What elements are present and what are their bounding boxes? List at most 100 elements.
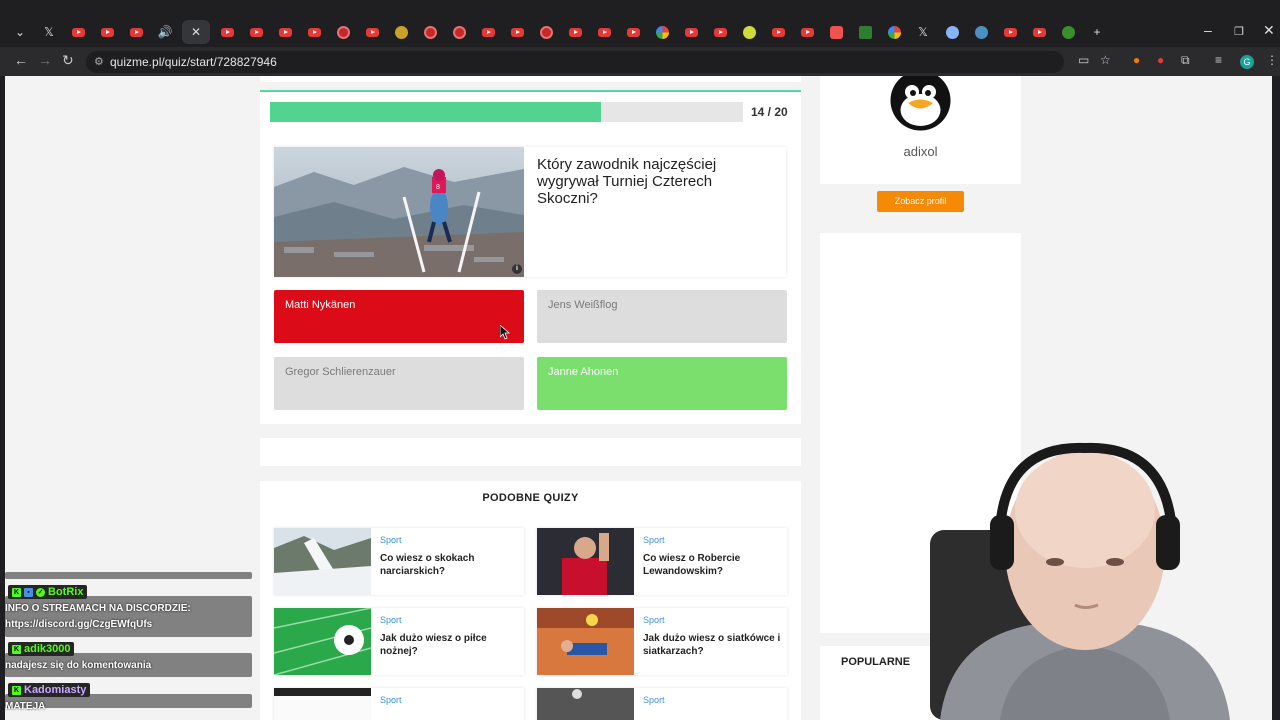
quiz-title: Jak dużo wiesz o piłce nożnej?: [380, 633, 487, 657]
verified-badge-icon: ✓: [36, 587, 45, 597]
tab-site-icon[interactable]: [447, 20, 471, 44]
penguin-avatar-icon: [890, 76, 951, 131]
stream-chat-overlay: K ▪ ✓ BotRix INFO O STREAMACH NA DISCORD…: [5, 572, 252, 720]
tab-site-icon[interactable]: [389, 20, 413, 44]
bookmark-star-icon[interactable]: ☆: [1100, 53, 1111, 67]
tab-youtube-icon[interactable]: [302, 20, 326, 44]
similar-quiz-item[interactable]: Sport Jak dużo wiesz o piłce nożnej?: [274, 608, 524, 675]
minimize-icon[interactable]: –: [1204, 22, 1212, 38]
new-tab-button[interactable]: +: [1085, 20, 1109, 44]
quiz-category: Sport: [380, 615, 402, 625]
tab-site-icon[interactable]: [940, 20, 964, 44]
tab-search-icon[interactable]: ⌄: [8, 20, 32, 44]
view-profile-button[interactable]: Zobacz profil: [877, 191, 964, 212]
tab-youtube-icon[interactable]: [244, 20, 268, 44]
image-info-icon[interactable]: i: [512, 264, 522, 274]
similar-quiz-item[interactable]: Sport Co wiesz o skokach narciarskich?: [274, 528, 524, 595]
tab-youtube-icon[interactable]: [273, 20, 297, 44]
avatar[interactable]: [890, 76, 951, 131]
tab-youtube-icon[interactable]: [476, 20, 500, 44]
similar-quiz-item[interactable]: Sport: [537, 688, 787, 720]
forward-icon[interactable]: →: [38, 52, 52, 68]
chat-username: K adik3000: [8, 642, 75, 656]
answer-option-4[interactable]: Janne Ahonen: [537, 357, 787, 410]
media-control-icon[interactable]: ≡: [1215, 53, 1222, 67]
tab-close-icon[interactable]: ✕: [182, 20, 210, 44]
quiz-thumbnail: [274, 528, 371, 595]
tab-youtube-icon[interactable]: [563, 20, 587, 44]
tab-site-icon[interactable]: [737, 20, 761, 44]
chat-user-name: BotRix: [48, 586, 84, 598]
quiz-category: Sport: [380, 535, 402, 545]
restore-icon[interactable]: ❐: [1234, 25, 1244, 38]
cast-icon[interactable]: ▭: [1078, 53, 1089, 67]
tab-youtube-icon[interactable]: [360, 20, 384, 44]
back-icon[interactable]: ←: [14, 52, 28, 68]
extensions-puzzle-icon[interactable]: ⧉: [1181, 53, 1190, 68]
profile-avatar-icon[interactable]: G: [1240, 55, 1254, 69]
answer-option-2[interactable]: Jens Weißflog: [537, 290, 787, 343]
quiz-title: Co wiesz o Robercie Lewandowskim?: [643, 553, 741, 577]
quiz-category: Sport: [643, 695, 665, 705]
tab-youtube-icon[interactable]: [795, 20, 819, 44]
similar-quiz-item[interactable]: Sport Co wiesz o Robercie Lewandowskim?: [537, 528, 787, 595]
tab-youtube-icon[interactable]: [708, 20, 732, 44]
tab-x-icon[interactable]: 𝕏: [911, 20, 935, 44]
adblock-icon[interactable]: ●: [1157, 53, 1164, 67]
svg-text:8: 8: [436, 184, 440, 191]
top-card-remnant: [260, 76, 801, 82]
quiz-thumbnail: [537, 528, 634, 595]
kick-badge-icon: K: [12, 587, 21, 597]
tab-youtube-icon[interactable]: [998, 20, 1022, 44]
quiz-thumbnail: [537, 688, 634, 720]
similar-quiz-item[interactable]: Sport: [274, 688, 524, 720]
progress-bar: [270, 102, 743, 122]
question-text: Który zawodnik najczęściej wygrywał Turn…: [537, 156, 717, 207]
tab-youtube-icon[interactable]: [66, 20, 90, 44]
tab-site-icon[interactable]: [534, 20, 558, 44]
answer-option-1[interactable]: Matti Nykänen: [274, 290, 524, 343]
tab-site-icon[interactable]: [331, 20, 355, 44]
volleyball-image: [537, 608, 634, 675]
ad-placeholder-card: [260, 438, 801, 466]
reload-icon[interactable]: ↻: [62, 52, 74, 69]
quiz-category: Sport: [380, 695, 402, 705]
tab-youtube-icon[interactable]: [679, 20, 703, 44]
tab-google-icon[interactable]: [650, 20, 674, 44]
chat-username: K Kadomiasty: [8, 683, 91, 697]
similar-quiz-item[interactable]: Sport Jak dużo wiesz o siatkówce i siatk…: [537, 608, 787, 675]
chat-message-text: MATEJA: [5, 701, 46, 712]
tab-steam-icon[interactable]: [969, 20, 993, 44]
similar-quizzes-title: PODOBNE QUIZY: [482, 492, 579, 504]
answer-option-3[interactable]: Gregor Schlierenzauer: [274, 357, 524, 410]
quiz-title: Jak dużo wiesz o siatkówce i siatkarzach…: [643, 633, 781, 657]
tab-strip: ⌄ 𝕏 🔊 ✕ 𝕏 +: [8, 20, 1109, 44]
profile-card: adixol Zobacz profil: [820, 76, 1021, 212]
quiz-image: [274, 688, 371, 720]
tab-youtube-icon[interactable]: [124, 20, 148, 44]
tab-youtube-icon[interactable]: [1027, 20, 1051, 44]
tab-youtube-icon[interactable]: [766, 20, 790, 44]
tab-youtube-icon[interactable]: [621, 20, 645, 44]
tab-site-icon[interactable]: [418, 20, 442, 44]
tab-leaf-icon[interactable]: [1056, 20, 1080, 44]
window-close-icon[interactable]: ✕: [1263, 22, 1275, 39]
extension-icon[interactable]: ●: [1133, 53, 1140, 67]
chat-message-text: INFO O STREAMACH NA DISCORDZIE: https://…: [5, 603, 191, 630]
tab-audio-icon[interactable]: 🔊: [153, 20, 177, 44]
tab-youtube-icon[interactable]: [95, 20, 119, 44]
menu-icon[interactable]: ⋮: [1266, 53, 1278, 67]
tab-google-icon[interactable]: [882, 20, 906, 44]
progress-fill: [270, 102, 602, 122]
url-field[interactable]: ⚙ quizme.pl/quiz/start/728827946: [86, 51, 1064, 73]
chat-message-text: nadajesz się do komentowania: [5, 660, 152, 671]
ski-jump-hill-image: [274, 528, 371, 595]
tab-x-icon[interactable]: 𝕏: [37, 20, 61, 44]
tab-youtube-icon[interactable]: [215, 20, 239, 44]
quiz-card: 14 / 20 8 i Który zawodnik najczęściej w…: [260, 90, 801, 424]
tab-youtube-icon[interactable]: [505, 20, 529, 44]
tab-site-icon[interactable]: [824, 20, 848, 44]
tab-site-icon[interactable]: [853, 20, 877, 44]
tab-youtube-icon[interactable]: [592, 20, 616, 44]
site-info-icon[interactable]: ⚙: [94, 51, 104, 73]
